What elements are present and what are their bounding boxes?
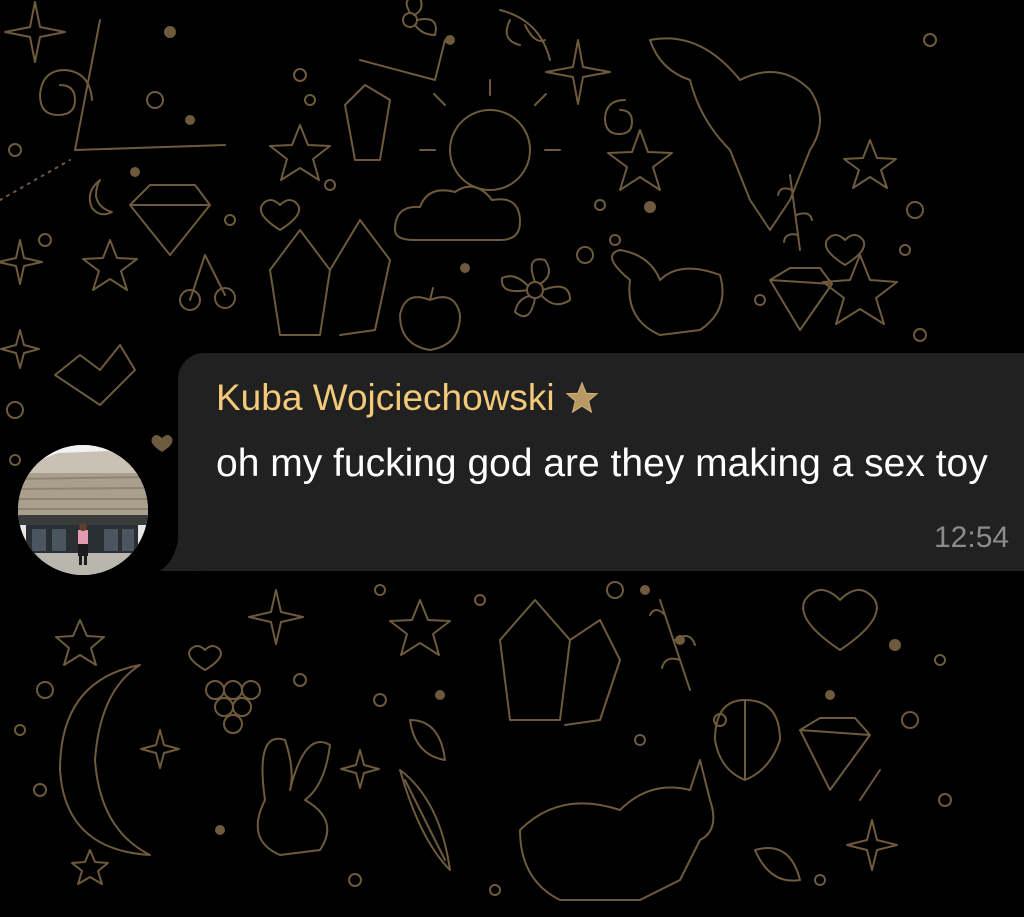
- avatar-photo: [18, 445, 148, 575]
- crystal-doodle: [269, 219, 391, 336]
- spiral-doodle: [39, 69, 93, 116]
- gem-heart-doodle: [54, 344, 136, 406]
- star-doodle: [82, 239, 138, 291]
- bunny-doodle: [611, 249, 724, 336]
- leaf-doodle: [409, 719, 446, 761]
- sparkle-doodle: [846, 819, 898, 871]
- grapes-doodle: [205, 680, 261, 734]
- sparkle-doodle: [340, 749, 380, 789]
- bunny-doodle: [256, 737, 331, 856]
- message-bubble[interactable]: Kuba Wojciechowski oh my fucking god are…: [178, 353, 1024, 571]
- sender-avatar[interactable]: [18, 445, 148, 575]
- apple-doodle: [399, 287, 461, 351]
- plant-doodle: [649, 599, 696, 691]
- diamond-doodle: [769, 267, 833, 331]
- cherries-doodle: [189, 254, 226, 301]
- feather-doodle: [399, 769, 451, 871]
- sparkle-doodle: [545, 39, 611, 105]
- sender-name[interactable]: Kuba Wojciechowski: [216, 377, 555, 419]
- constellation-doodle: [74, 19, 446, 151]
- cherry-doodle: [214, 287, 236, 309]
- star-doodle: [843, 139, 897, 189]
- unicorn-doodle: [519, 759, 715, 901]
- sparkle-doodle: [4, 1, 66, 63]
- star-icon: [565, 381, 599, 414]
- sun-doodle: [449, 109, 531, 191]
- message-timestamp: 12:54: [934, 521, 1010, 554]
- heart-doodle: [802, 589, 878, 651]
- star-doodle: [822, 254, 898, 325]
- sparkle-doodle: [0, 329, 40, 369]
- diamond-doodle: [129, 184, 211, 256]
- star-doodle: [607, 129, 673, 191]
- moon-doodle: [59, 664, 151, 856]
- star-doodle: [71, 849, 109, 885]
- leaf-doodle: [499, 9, 551, 61]
- leaf-doodle: [754, 769, 881, 882]
- constellation-doodle: [0, 159, 71, 201]
- sender-row: Kuba Wojciechowski: [216, 377, 601, 419]
- chat-view: Kuba Wojciechowski oh my fucking god are…: [0, 0, 1024, 917]
- star-doodle: [55, 619, 105, 666]
- moon-doodle: [88, 179, 113, 216]
- sparkle-doodle: [248, 589, 304, 645]
- cloud-doodle: [394, 185, 521, 241]
- heart-doodle: [259, 199, 301, 231]
- shell-doodle: [714, 699, 781, 781]
- crystal-doodle: [499, 599, 621, 726]
- sparkle-doodle: [140, 729, 180, 769]
- message-text: oh my fucking god are they making a sex …: [216, 442, 988, 485]
- star-doodle: [389, 599, 451, 656]
- spiral-doodle: [604, 99, 633, 135]
- heart-doodle: [188, 645, 222, 671]
- heart-doodle: [151, 435, 173, 452]
- sparkle-doodle: [0, 239, 43, 285]
- star-doodle: [269, 124, 331, 181]
- crystal-doodle: [344, 84, 391, 161]
- diamond-doodle: [799, 717, 871, 791]
